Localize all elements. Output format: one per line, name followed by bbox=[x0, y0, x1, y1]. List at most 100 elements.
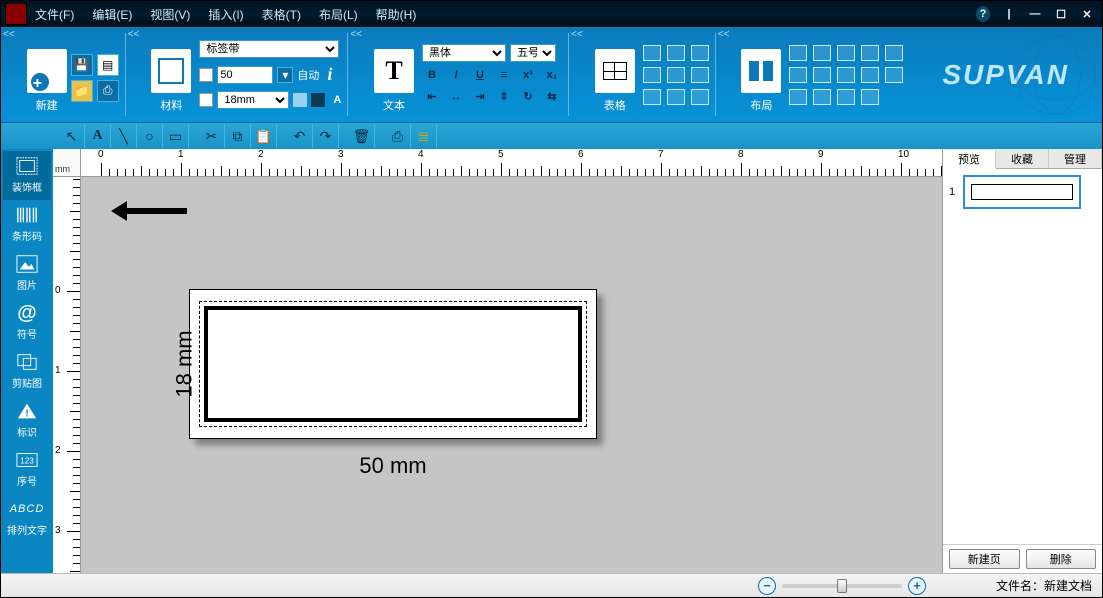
pointer-tool[interactable]: ↖ bbox=[59, 124, 85, 148]
paste-button[interactable]: 📋 bbox=[251, 124, 277, 148]
layout-tool[interactable] bbox=[837, 45, 855, 61]
zoom-in-button[interactable]: + bbox=[908, 577, 926, 595]
info-icon[interactable]: i bbox=[327, 64, 332, 85]
font-select[interactable]: 黑体 bbox=[422, 44, 506, 62]
ribbon-collapse-4[interactable]: << bbox=[569, 27, 585, 122]
menu-table[interactable]: 表格(T) bbox=[262, 6, 301, 23]
layout-tool[interactable] bbox=[861, 89, 879, 105]
swatch-1[interactable] bbox=[293, 93, 307, 107]
line-tool[interactable]: ╲ bbox=[111, 124, 137, 148]
ribbon-collapse-2[interactable]: << bbox=[126, 27, 142, 122]
table-tool[interactable] bbox=[643, 67, 661, 83]
material-button[interactable]: 材料 bbox=[147, 31, 195, 117]
layout-tool[interactable] bbox=[861, 45, 879, 61]
width-input[interactable] bbox=[217, 66, 273, 84]
open-icon[interactable]: ▤ bbox=[97, 54, 119, 76]
sidebar-clipart[interactable]: 剪贴图 bbox=[3, 347, 51, 396]
preview-thumbnail[interactable] bbox=[963, 175, 1081, 209]
superscript-button[interactable]: x¹ bbox=[518, 66, 538, 84]
menu-view[interactable]: 视图(V) bbox=[150, 6, 190, 23]
swatch-2[interactable] bbox=[311, 93, 325, 107]
table-tool[interactable] bbox=[643, 45, 661, 61]
minimize-button[interactable]: — bbox=[1028, 8, 1042, 20]
align-left-button[interactable]: ≡ bbox=[494, 66, 514, 84]
ellipse-tool[interactable]: ○ bbox=[137, 124, 163, 148]
ribbon-collapse-5[interactable]: << bbox=[716, 27, 732, 122]
sidebar-sign[interactable]: ! 标识 bbox=[3, 396, 51, 445]
tab-manage[interactable]: 管理 bbox=[1049, 149, 1102, 168]
delete-page-button[interactable]: 删除 bbox=[1026, 549, 1097, 569]
maximize-button[interactable]: ☐ bbox=[1054, 8, 1068, 21]
align-c-button[interactable]: ↔ bbox=[446, 88, 466, 106]
menu-file[interactable]: 文件(F) bbox=[35, 6, 74, 23]
sidebar-serial[interactable]: 123 序号 bbox=[3, 445, 51, 494]
text-button[interactable]: 文本 bbox=[370, 31, 418, 117]
table-button[interactable]: 表格 bbox=[591, 31, 639, 117]
subscript-button[interactable]: x₁ bbox=[542, 66, 562, 84]
delete-button[interactable]: 🗑 bbox=[349, 124, 375, 148]
spacing-button[interactable]: ⇆ bbox=[542, 88, 562, 106]
layout-tool[interactable] bbox=[813, 67, 831, 83]
align-r-button[interactable]: ⇥ bbox=[470, 88, 490, 106]
tape-type-select[interactable]: 标签带 bbox=[199, 40, 339, 58]
layout-tool[interactable] bbox=[861, 67, 879, 83]
cut-button[interactable]: ✂ bbox=[199, 124, 225, 148]
print-button[interactable]: ⎙ bbox=[385, 124, 411, 148]
database-button[interactable]: ≣ bbox=[411, 124, 437, 148]
preview-item[interactable]: 1 bbox=[949, 175, 1096, 209]
layout-tool[interactable] bbox=[885, 45, 903, 61]
new-page-button[interactable]: 新建页 bbox=[949, 549, 1020, 569]
label-object[interactable] bbox=[189, 289, 597, 439]
help-icon[interactable]: ? bbox=[976, 6, 990, 22]
italic-button[interactable]: I bbox=[446, 66, 466, 84]
sidebar-symbol[interactable]: @ 符号 bbox=[3, 298, 51, 347]
folder-icon[interactable]: 📁 bbox=[71, 80, 93, 102]
layout-tool[interactable] bbox=[789, 67, 807, 83]
rotate-button[interactable]: ↻ bbox=[518, 88, 538, 106]
table-tool[interactable] bbox=[667, 89, 685, 105]
ribbon-collapse-1[interactable]: << bbox=[1, 27, 17, 122]
table-tool[interactable] bbox=[691, 45, 709, 61]
underline-button[interactable]: U bbox=[470, 66, 490, 84]
save-icon[interactable]: 💾 bbox=[71, 54, 93, 76]
layout-tool[interactable] bbox=[813, 89, 831, 105]
zoom-slider[interactable] bbox=[782, 584, 902, 588]
table-tool[interactable] bbox=[643, 89, 661, 105]
layout-tool[interactable] bbox=[789, 45, 807, 61]
font-size-select[interactable]: 五号 bbox=[510, 44, 556, 62]
tab-preview[interactable]: 预览 bbox=[943, 150, 996, 169]
copy-button[interactable]: ⧉ bbox=[225, 124, 251, 148]
table-tool[interactable] bbox=[667, 67, 685, 83]
menu-insert[interactable]: 插入(I) bbox=[208, 6, 243, 23]
valign-button[interactable]: ⇕ bbox=[494, 88, 514, 106]
table-tool[interactable] bbox=[667, 45, 685, 61]
new-button[interactable]: 新建 bbox=[23, 31, 71, 117]
font-a-icon[interactable]: A bbox=[333, 94, 341, 106]
sidebar-frame[interactable]: 装饰框 bbox=[3, 151, 51, 200]
ribbon-collapse-3[interactable]: << bbox=[348, 27, 364, 122]
layout-tool[interactable] bbox=[837, 67, 855, 83]
table-tool[interactable] bbox=[691, 89, 709, 105]
sidebar-barcode[interactable]: 条形码 bbox=[3, 200, 51, 249]
bold-button[interactable]: B bbox=[422, 66, 442, 84]
undo-button[interactable]: ↶ bbox=[287, 124, 313, 148]
width-step-icon[interactable]: ▾ bbox=[277, 67, 293, 83]
redo-button[interactable]: ↷ bbox=[313, 124, 339, 148]
menu-help[interactable]: 帮助(H) bbox=[376, 6, 417, 23]
text-tool[interactable]: A bbox=[85, 124, 111, 148]
print-icon[interactable]: ⎙ bbox=[97, 80, 119, 102]
layout-tool[interactable] bbox=[885, 67, 903, 83]
sidebar-arrange[interactable]: ABCD 排列文字 bbox=[3, 494, 51, 543]
layout-tool[interactable] bbox=[813, 45, 831, 61]
layout-tool[interactable] bbox=[789, 89, 807, 105]
canvas[interactable]: 18 mm 50 mm bbox=[81, 177, 942, 573]
rect-tool[interactable]: ▭ bbox=[163, 124, 189, 148]
tab-favorite[interactable]: 收藏 bbox=[996, 149, 1049, 168]
menu-layout[interactable]: 布局(L) bbox=[319, 6, 358, 23]
sidebar-picture[interactable]: 图片 bbox=[3, 249, 51, 298]
layout-button[interactable]: 布局 bbox=[737, 31, 785, 117]
menu-edit[interactable]: 编辑(E) bbox=[92, 6, 132, 23]
height-select[interactable]: 18mm bbox=[217, 91, 289, 109]
close-button[interactable]: ✕ bbox=[1080, 8, 1094, 21]
layout-tool[interactable] bbox=[837, 89, 855, 105]
